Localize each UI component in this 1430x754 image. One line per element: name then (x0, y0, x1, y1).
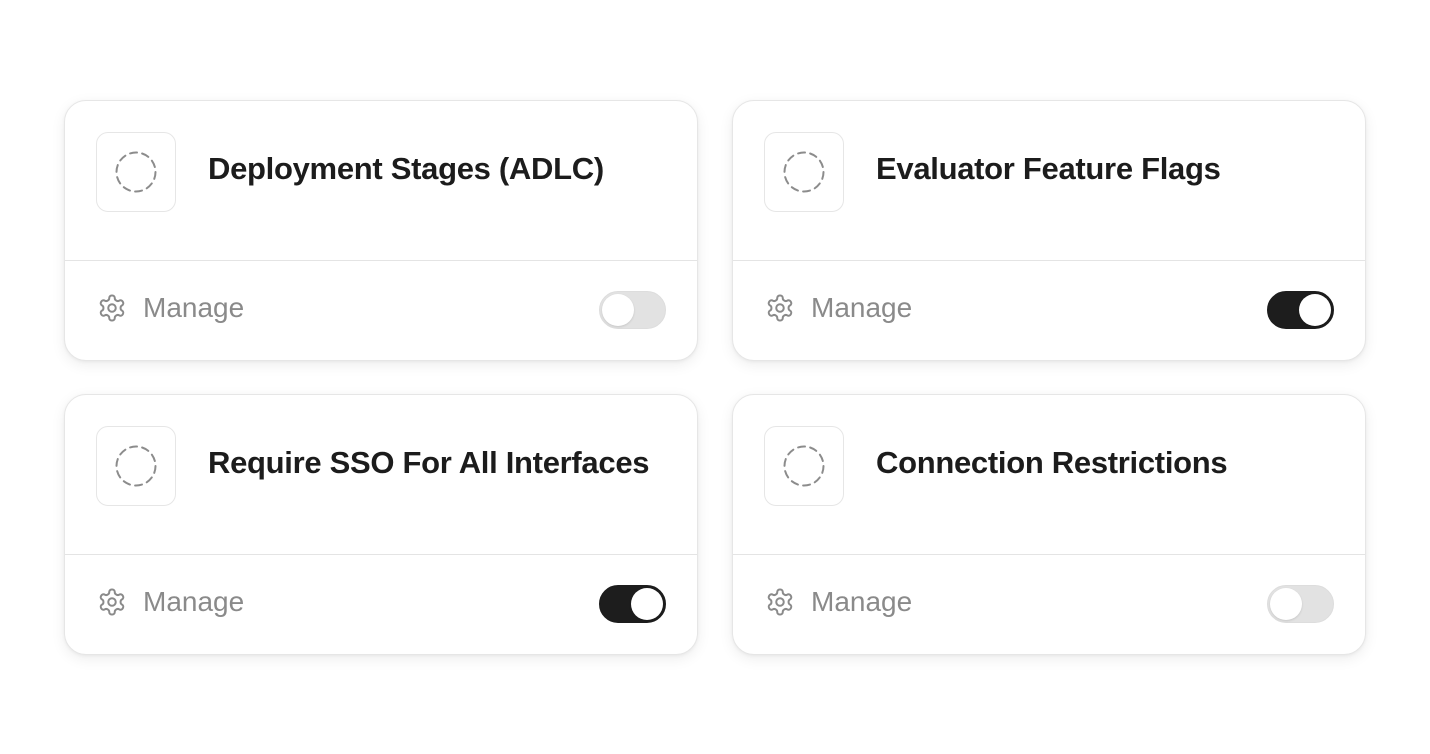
settings-card-grid: Deployment Stages (ADLC) Manage Evaluato… (64, 100, 1366, 655)
card-header: Evaluator Feature Flags (733, 101, 1365, 261)
toggle-knob (1299, 294, 1331, 326)
toggle-knob (631, 588, 663, 620)
card-footer: Manage (65, 261, 697, 360)
feature-toggle[interactable] (1267, 585, 1334, 623)
toggle-knob (602, 294, 634, 326)
manage-button[interactable]: Manage (765, 292, 912, 324)
gear-icon (765, 293, 795, 323)
card-footer: Manage (65, 555, 697, 654)
card-header: Connection Restrictions (733, 395, 1365, 555)
card-title: Deployment Stages (ADLC) (208, 151, 604, 186)
feature-toggle[interactable] (1267, 291, 1334, 329)
feature-icon-container (96, 132, 176, 212)
feature-toggle[interactable] (599, 291, 666, 329)
feature-card: Connection Restrictions Manage (732, 394, 1366, 655)
dashed-circle-icon (783, 151, 825, 193)
gear-icon (765, 587, 795, 617)
manage-label: Manage (811, 586, 913, 617)
feature-icon-container (96, 426, 176, 506)
card-header: Require SSO For All Interfaces (65, 395, 697, 555)
dashed-circle-icon (115, 445, 157, 487)
dashed-circle-icon (115, 151, 157, 193)
gear-icon (97, 293, 127, 323)
feature-toggle[interactable] (599, 585, 666, 623)
manage-label: Manage (143, 292, 245, 323)
gear-icon (97, 587, 127, 617)
manage-label: Manage (143, 586, 245, 617)
card-footer: Manage (733, 261, 1365, 360)
card-title: Connection Restrictions (876, 445, 1228, 480)
manage-button[interactable]: Manage (97, 586, 244, 618)
toggle-knob (1270, 588, 1302, 620)
manage-button[interactable]: Manage (97, 292, 244, 324)
card-header: Deployment Stages (ADLC) (65, 101, 697, 261)
manage-label: Manage (811, 292, 913, 323)
feature-icon-container (764, 426, 844, 506)
dashed-circle-icon (783, 445, 825, 487)
feature-card: Require SSO For All Interfaces Manage (64, 394, 698, 655)
card-title: Evaluator Feature Flags (876, 151, 1221, 186)
card-title: Require SSO For All Interfaces (208, 445, 650, 480)
manage-button[interactable]: Manage (765, 586, 912, 618)
feature-card: Deployment Stages (ADLC) Manage (64, 100, 698, 361)
feature-icon-container (764, 132, 844, 212)
feature-card: Evaluator Feature Flags Manage (732, 100, 1366, 361)
card-footer: Manage (733, 555, 1365, 654)
